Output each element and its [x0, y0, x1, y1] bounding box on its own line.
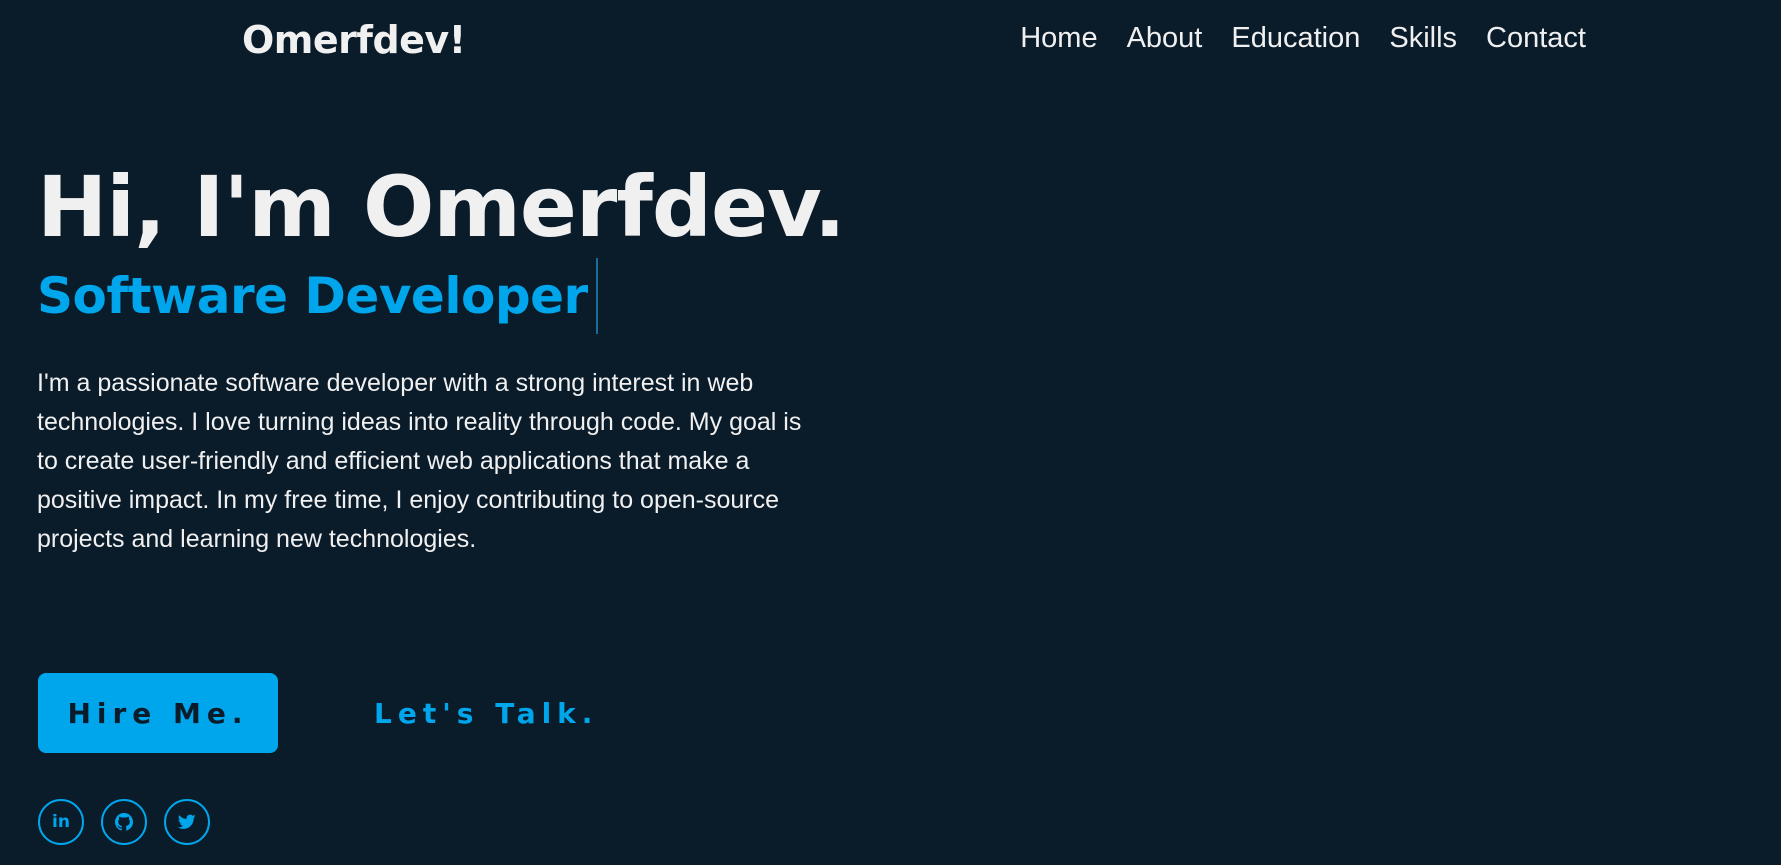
github-icon: [115, 813, 133, 831]
hire-me-button[interactable]: Hire Me.: [38, 673, 278, 753]
nav-skills[interactable]: Skills: [1389, 22, 1457, 55]
hero-section: Hi, I'm Omerfdev. Software Developer I'm…: [37, 158, 846, 584]
hero-buttons: Hire Me. Let's Talk.: [38, 673, 598, 753]
hero-role: Software Developer: [37, 267, 588, 325]
linkedin-icon: in: [52, 812, 70, 832]
github-link[interactable]: [101, 799, 147, 845]
main-nav: Home About Education Skills Contact: [991, 22, 1586, 55]
role-row: Software Developer: [37, 258, 837, 334]
hero-headline: Hi, I'm Omerfdev.: [37, 158, 846, 256]
nav-contact[interactable]: Contact: [1486, 22, 1586, 55]
nav-education[interactable]: Education: [1231, 22, 1360, 55]
nav-home[interactable]: Home: [1020, 22, 1097, 55]
twitter-link[interactable]: [164, 799, 210, 845]
twitter-icon: [178, 814, 196, 829]
nav-about[interactable]: About: [1127, 22, 1203, 55]
site-logo[interactable]: Omerfdev!: [242, 18, 466, 62]
linkedin-link[interactable]: in: [38, 799, 84, 845]
lets-talk-button[interactable]: Let's Talk.: [374, 697, 598, 730]
hero-bio: I'm a passionate software developer with…: [37, 369, 802, 553]
typing-caret: [595, 258, 598, 334]
social-links: in: [38, 799, 210, 845]
